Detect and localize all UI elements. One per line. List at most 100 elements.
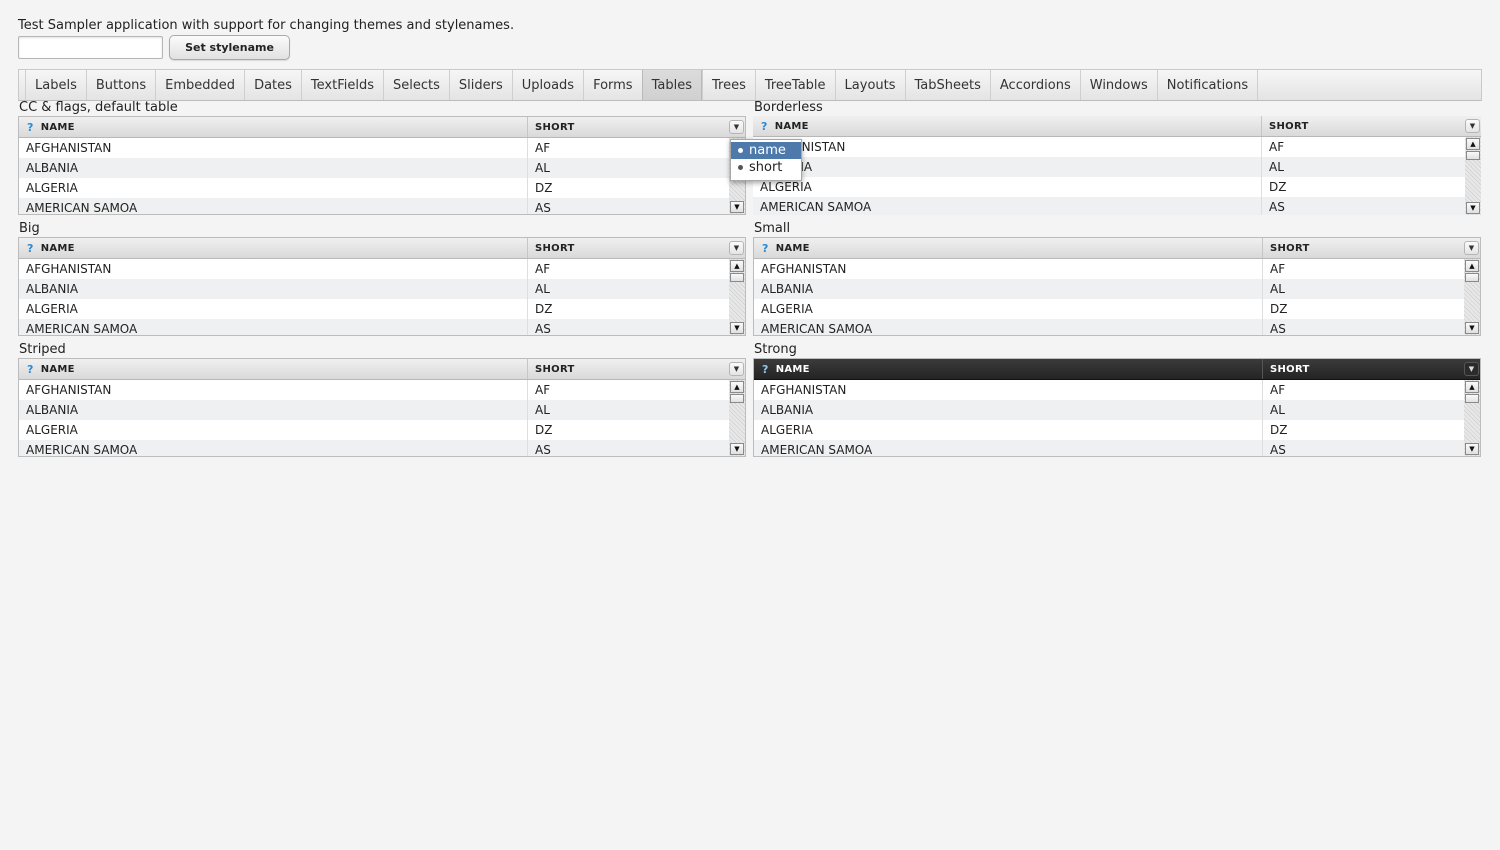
scroll-up-arrow-icon[interactable]: ▲ [730,260,744,272]
scrollbar-thumb[interactable] [730,394,744,403]
tab-tabsheets[interactable]: TabSheets [904,70,990,100]
column-header-name[interactable]: ? NAME [754,359,1263,379]
table-row[interactable]: ALBANIA AL [754,400,1464,420]
column-header-name[interactable]: ? NAME [19,238,528,258]
cell-name: ALGERIA [753,177,1262,197]
chevron-down-icon: ▼ [1468,365,1475,373]
column-header-short[interactable]: SHORT [1262,116,1462,136]
tab-uploads[interactable]: Uploads [511,70,583,100]
scroll-up-arrow-icon[interactable]: ▲ [1465,260,1479,272]
cell-name: ALBANIA [19,279,528,299]
table-row[interactable]: AFGHANISTAN AF [19,380,729,400]
tab-selects[interactable]: Selects [383,70,449,100]
scrollbar-thumb[interactable] [1465,394,1479,403]
scroll-up-arrow-icon[interactable]: ▲ [1465,381,1479,393]
vertical-scrollbar[interactable]: ▲▼ [729,380,745,456]
table-row[interactable]: ALGERIA DZ [754,299,1464,319]
table-row[interactable]: ALGERIA DZ [19,299,729,319]
column-collapse-button[interactable]: ▼ [729,241,744,255]
cell-short: AF [535,383,551,397]
cell-short: AL [1270,282,1285,296]
table-row[interactable]: AMERICAN SAMOA AS [753,197,1465,215]
tab-buttons[interactable]: Buttons [85,70,155,100]
cell-name: ALGERIA [19,420,528,440]
scroll-up-arrow-icon[interactable]: ▲ [730,381,744,393]
column-header-short[interactable]: SHORT [1263,238,1463,258]
table-row[interactable]: AFGHANISTAN AF [754,259,1464,279]
cell-short: AF [1270,383,1286,397]
tab-accordions[interactable]: Accordions [989,70,1080,100]
table-row[interactable]: AMERICAN SAMOA AS [19,440,729,456]
scroll-down-arrow-icon[interactable]: ▼ [1465,322,1479,334]
table-row[interactable]: AMERICAN SAMOA AS [19,319,729,335]
column-header-name[interactable]: ? NAME [19,117,528,137]
chevron-down-icon: ▼ [733,244,740,252]
table-row[interactable]: AMERICAN SAMOA AS [754,440,1464,456]
scrollbar-thumb[interactable] [1465,273,1479,282]
bullet-icon [738,148,743,153]
question-icon: ? [27,120,34,134]
column-collapse-button[interactable]: ▼ [729,120,744,134]
vertical-scrollbar[interactable]: ▲▼ [729,259,745,335]
column-option-short[interactable]: short [731,159,801,176]
scroll-down-arrow-icon[interactable]: ▼ [1465,443,1479,455]
table-row[interactable]: AFGHANISTAN AF [754,380,1464,400]
column-collapse-button[interactable]: ▼ [729,362,744,376]
table-row[interactable]: ALBANIA AL [19,400,729,420]
cell-name: AMERICAN SAMOA [753,197,1262,215]
scroll-down-arrow-icon[interactable]: ▼ [730,443,744,455]
table-caption: Borderless [754,100,823,115]
scroll-down-arrow-icon[interactable]: ▼ [1466,202,1480,214]
vertical-scrollbar[interactable]: ▲▼ [1464,380,1480,456]
scroll-down-arrow-icon[interactable]: ▼ [730,322,744,334]
question-icon: ? [761,119,768,133]
tab-labels[interactable]: Labels [25,70,86,100]
table-row[interactable]: AFGHANISTAN AF [753,137,1465,157]
column-option-name[interactable]: name [731,142,801,159]
tab-windows[interactable]: Windows [1079,70,1157,100]
column-collapse-button[interactable]: ▼ [1465,119,1480,133]
table-row[interactable]: ALGERIA DZ [19,420,729,440]
table-row[interactable]: ALBANIA AL [19,158,729,178]
table-row[interactable]: AFGHANISTAN AF [19,138,729,158]
column-header-name[interactable]: ? NAME [754,238,1263,258]
column-header-short[interactable]: SHORT [1263,359,1463,379]
set-stylename-button[interactable]: Set stylename [169,35,290,60]
table-row[interactable]: ALGERIA DZ [753,177,1465,197]
tab-notifications[interactable]: Notifications [1156,70,1259,100]
scroll-up-arrow-icon[interactable]: ▲ [1466,138,1480,150]
tab-embedded[interactable]: Embedded [155,70,244,100]
table-row[interactable]: ALBANIA AL [19,279,729,299]
column-header-short[interactable]: SHORT [528,117,728,137]
tab-sliders[interactable]: Sliders [448,70,512,100]
column-collapse-button[interactable]: ▼ [1464,362,1479,376]
tab-dates[interactable]: Dates [244,70,301,100]
table-row[interactable]: AMERICAN SAMOA AS [754,319,1464,335]
tab-layouts[interactable]: Layouts [834,70,905,100]
tab-forms[interactable]: Forms [583,70,642,100]
column-header-name[interactable]: ? NAME [19,359,528,379]
table-row[interactable]: ALBANIA AL [754,279,1464,299]
vertical-scrollbar[interactable]: ▲▼ [1464,259,1480,335]
cell-name: ALBANIA [19,158,528,178]
stylename-input[interactable] [18,36,163,59]
tab-tables[interactable]: Tables [641,70,702,100]
tab-textfields[interactable]: TextFields [300,70,383,100]
table-row[interactable]: ALGERIA DZ [19,178,729,198]
vertical-scrollbar[interactable]: ▲▼ [1465,137,1481,215]
table-row[interactable]: AMERICAN SAMOA AS [19,198,729,214]
scrollbar-thumb[interactable] [730,273,744,282]
column-header-name[interactable]: ? NAME [753,116,1262,136]
tab-treetable[interactable]: TreeTable [754,70,835,100]
table-row[interactable]: AFGHANISTAN AF [19,259,729,279]
scrollbar-thumb[interactable] [1466,151,1480,160]
table-row[interactable]: ALBANIA AL [753,157,1465,177]
scroll-down-arrow-icon[interactable]: ▼ [730,201,744,213]
column-header-short[interactable]: SHORT [528,359,728,379]
cell-name: AFGHANISTAN [753,137,1262,157]
column-header-label: SHORT [535,242,575,254]
table-row[interactable]: ALGERIA DZ [754,420,1464,440]
column-collapse-button[interactable]: ▼ [1464,241,1479,255]
tab-trees[interactable]: Trees [701,70,755,100]
column-header-short[interactable]: SHORT [528,238,728,258]
